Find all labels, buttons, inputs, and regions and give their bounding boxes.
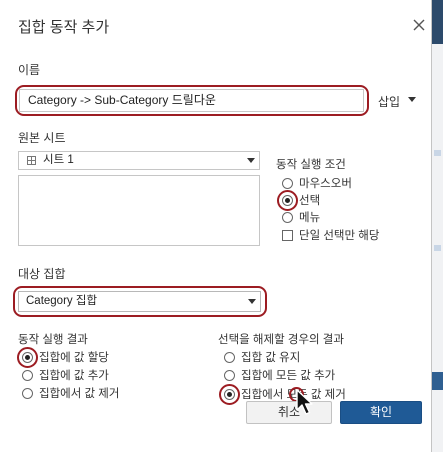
ok-button[interactable]: 확인 xyxy=(340,401,422,424)
chevron-down-icon xyxy=(247,158,255,163)
annotation-highlight-name xyxy=(15,85,369,116)
radio-button[interactable] xyxy=(224,351,235,363)
radio-label: 집합에 모든 값 추가 xyxy=(241,370,336,382)
background-app-mark xyxy=(434,245,441,251)
name-label: 이름 xyxy=(18,63,41,77)
annotation-highlight-target-set xyxy=(13,286,267,317)
radio-button[interactable] xyxy=(22,387,33,399)
insert-menu-button[interactable]: 삽입 xyxy=(378,93,400,110)
radio-label: 집합에서 값 제거 xyxy=(39,388,120,400)
radio-label: 선택 xyxy=(299,195,321,207)
close-icon[interactable] xyxy=(413,19,425,31)
clear-option-remove-all[interactable]: 집합에서 모든 값 제거 xyxy=(224,387,346,401)
clear-option-keep[interactable]: 집합 값 유지 xyxy=(224,350,300,364)
sheet-icon xyxy=(27,156,36,165)
background-app-band xyxy=(432,372,443,390)
radio-label: 집합에 값 할당 xyxy=(39,352,109,364)
add-set-action-dialog: 집합 동작 추가 이름 Category -> Sub-Category 드릴다… xyxy=(0,0,432,452)
run-on-label: 동작 실행 조건 xyxy=(276,159,346,171)
source-sheet-list[interactable] xyxy=(18,175,260,246)
clear-option-add-all[interactable]: 집합에 모든 값 추가 xyxy=(224,368,335,382)
result-option-remove[interactable]: 집합에서 값 제거 xyxy=(22,386,119,400)
single-select-only-option[interactable]: 단일 선택만 해당 xyxy=(282,228,379,242)
background-app-mark xyxy=(434,150,441,156)
radio-button[interactable] xyxy=(224,369,235,381)
cancel-button[interactable]: 취소 xyxy=(246,401,332,424)
background-app-header xyxy=(432,0,443,44)
result-label: 동작 실행 결과 xyxy=(18,334,88,346)
run-on-option-menu[interactable]: 메뉴 xyxy=(282,210,320,224)
annotation-highlight-remove-all-radio xyxy=(219,384,240,405)
radio-label: 집합 값 유지 xyxy=(241,352,301,364)
annotation-highlight-select-radio xyxy=(277,190,298,211)
result-option-add[interactable]: 집합에 값 추가 xyxy=(22,368,109,382)
background-app-strip xyxy=(432,0,443,452)
insert-label: 삽입 xyxy=(378,95,401,109)
radio-button[interactable] xyxy=(282,177,293,189)
single-select-checkbox[interactable] xyxy=(282,229,293,241)
source-sheets-label: 원본 시트 xyxy=(18,131,66,145)
target-set-label: 대상 집합 xyxy=(18,267,66,281)
annotation-highlight-assign-radio xyxy=(17,347,38,368)
radio-button[interactable] xyxy=(282,211,293,223)
mouse-pointer-icon xyxy=(296,389,313,415)
chevron-down-icon[interactable] xyxy=(408,97,416,102)
run-on-option-mouseover[interactable]: 마우스오버 xyxy=(282,176,352,190)
radio-label: 집합에 값 추가 xyxy=(39,370,109,382)
radio-label: 마우스오버 xyxy=(299,178,352,190)
source-sheet-selected: 시트 1 xyxy=(43,154,74,166)
radio-button[interactable] xyxy=(22,369,33,381)
source-sheet-dropdown[interactable]: 시트 1 xyxy=(18,151,260,170)
clear-label: 선택을 해제할 경우의 결과 xyxy=(218,334,344,346)
checkbox-label: 단일 선택만 해당 xyxy=(299,230,380,242)
radio-label: 메뉴 xyxy=(299,212,321,224)
dialog-title: 집합 동작 추가 xyxy=(18,19,110,36)
